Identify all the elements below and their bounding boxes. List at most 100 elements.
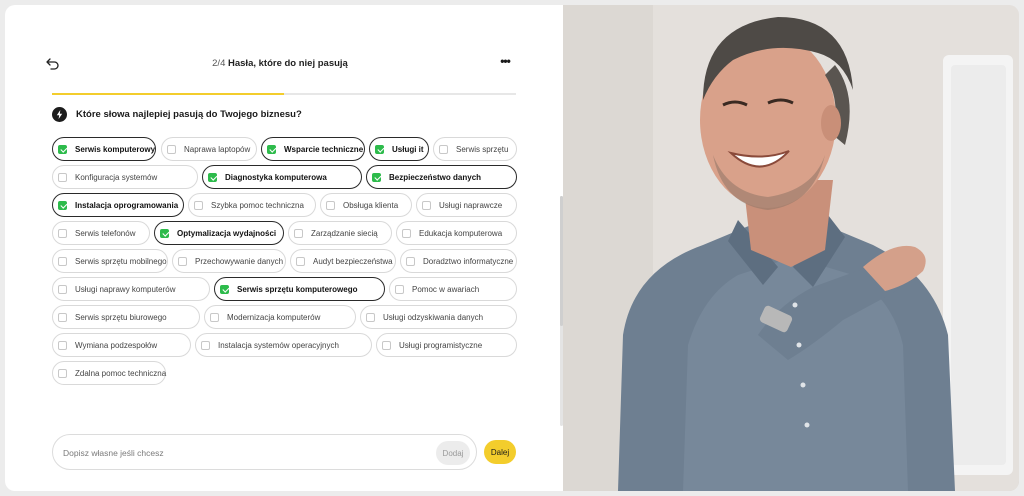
keyword-chip[interactable]: Bezpieczeństwo danych [366, 165, 517, 189]
checkbox-icon[interactable] [201, 340, 210, 350]
keyword-chip[interactable]: Wsparcie techniczne [261, 137, 365, 161]
keyword-chip-label: Usługi naprawy komputerów [75, 284, 176, 294]
checkbox-icon[interactable] [439, 144, 448, 154]
keyword-chip[interactable]: Serwis sprzętu komputerowego [214, 277, 385, 301]
next-button[interactable]: Dalej [484, 440, 516, 464]
keyword-chip-label: Usługi naprawcze [439, 200, 503, 210]
keyword-chip[interactable]: Zdalna pomoc techniczna [52, 361, 166, 385]
keyword-chip-label: Serwis sprzętu [456, 144, 509, 154]
add-button[interactable]: Dodaj [436, 441, 470, 465]
keyword-chip[interactable]: Serwis telefonów [52, 221, 150, 245]
keyword-chip-label: Przechowywanie danych [195, 256, 284, 266]
keyword-chip-label: Edukacja komputerowa [419, 228, 503, 238]
question-text: Które słowa najlepiej pasują do Twojego … [76, 108, 302, 120]
checkbox-icon[interactable] [296, 256, 305, 266]
keyword-chip[interactable]: Usługi it [369, 137, 429, 161]
keyword-chip-label: Usługi programistyczne [399, 340, 483, 350]
keyword-chip[interactable]: Serwis sprzętu biurowego [52, 305, 200, 329]
keyword-chip[interactable]: Edukacja komputerowa [396, 221, 517, 245]
keyword-chip[interactable]: Modernizacja komputerów [204, 305, 356, 329]
keyword-chip-label: Zdalna pomoc techniczna [75, 368, 167, 378]
wizard-header: 2/4 Hasła, które do niej pasują ••• [45, 52, 515, 82]
keyword-chip[interactable]: Doradztwo informatyczne [400, 249, 517, 273]
checked-checkbox-icon[interactable] [372, 172, 381, 182]
checkbox-icon[interactable] [58, 228, 67, 238]
keyword-chip[interactable]: Szybka pomoc techniczna [188, 193, 316, 217]
keyword-chip[interactable]: Serwis sprzętu [433, 137, 517, 161]
keyword-chip-label: Obsługa klienta [343, 200, 399, 210]
page-title: 2/4 Hasła, które do niej pasują [45, 58, 515, 69]
keyword-chip-label: Zarządzanie siecią [311, 228, 378, 238]
keyword-chip[interactable]: Diagnostyka komputerowa [202, 165, 362, 189]
checkbox-icon[interactable] [395, 284, 404, 294]
checked-checkbox-icon[interactable] [58, 200, 67, 210]
question: Które słowa najlepiej pasują do Twojego … [52, 106, 302, 122]
smiling-man-photo [563, 5, 1019, 491]
keyword-chip[interactable]: Optymalizacja wydajności [154, 221, 284, 245]
keyword-chip[interactable]: Zarządzanie siecią [288, 221, 392, 245]
checked-checkbox-icon[interactable] [160, 228, 169, 238]
progress-bar-fill [52, 93, 284, 95]
checked-checkbox-icon[interactable] [267, 144, 276, 154]
keyword-chip[interactable]: Instalacja oprogramowania [52, 193, 184, 217]
more-options-icon[interactable]: ••• [497, 55, 513, 70]
step-title: Hasła, które do niej pasują [228, 58, 348, 69]
keyword-chip-label: Szybka pomoc techniczna [211, 200, 304, 210]
checked-checkbox-icon[interactable] [375, 144, 384, 154]
keyword-chip[interactable]: Usługi naprawy komputerów [52, 277, 210, 301]
keyword-chip[interactable]: Serwis sprzętu mobilnego [52, 249, 168, 273]
keyword-chip[interactable]: Konfiguracja systemów [52, 165, 198, 189]
custom-keyword-input[interactable] [63, 444, 423, 462]
checked-checkbox-icon[interactable] [208, 172, 217, 182]
checked-checkbox-icon[interactable] [220, 284, 229, 294]
keyword-chip-label: Usługi odzyskiwania danych [383, 312, 484, 322]
keyword-chip[interactable]: Przechowywanie danych [172, 249, 286, 273]
keyword-chip[interactable]: Usługi naprawcze [416, 193, 517, 217]
checkbox-icon[interactable] [58, 340, 67, 350]
checkbox-icon[interactable] [326, 200, 335, 210]
lightning-bolt-icon [52, 106, 67, 122]
keyword-chip-label: Wymiana podzespołów [75, 340, 158, 350]
keyword-chip[interactable]: Instalacja systemów operacyjnych [195, 333, 372, 357]
keyword-chip-label: Optymalizacja wydajności [177, 228, 277, 238]
keyword-chip[interactable]: Serwis komputerowy [52, 137, 156, 161]
keyword-chip-label: Konfiguracja systemów [75, 172, 158, 182]
checkbox-icon[interactable] [58, 256, 67, 266]
keyword-chip[interactable]: Obsługa klienta [320, 193, 412, 217]
checkbox-icon[interactable] [58, 172, 67, 182]
hero-photo [563, 5, 1019, 491]
keyword-chip-label: Serwis sprzętu komputerowego [237, 284, 358, 294]
keyword-chip-label: Serwis sprzętu mobilnego [75, 256, 167, 266]
keyword-chip-label: Instalacja oprogramowania [75, 200, 179, 210]
checkbox-icon[interactable] [210, 312, 219, 322]
keyword-chip-label: Pomoc w awariach [412, 284, 480, 294]
checkbox-icon[interactable] [167, 144, 176, 154]
keyword-chip[interactable]: Naprawa laptopów [161, 137, 257, 161]
keyword-chip-label: Serwis telefonów [75, 228, 136, 238]
checkbox-icon[interactable] [58, 312, 67, 322]
keyword-chip[interactable]: Usługi programistyczne [376, 333, 517, 357]
checkbox-icon[interactable] [402, 228, 411, 238]
keyword-chip-label: Wsparcie techniczne [284, 144, 364, 154]
checkbox-icon[interactable] [382, 340, 391, 350]
keyword-chip[interactable]: Wymiana podzespołów [52, 333, 191, 357]
checkbox-icon[interactable] [422, 200, 431, 210]
keyword-chip-label: Bezpieczeństwo danych [389, 172, 482, 182]
checkbox-icon[interactable] [178, 256, 187, 266]
keyword-chip-label: Naprawa laptopów [184, 144, 251, 154]
checkbox-icon[interactable] [58, 284, 67, 294]
keyword-chip-label: Diagnostyka komputerowa [225, 172, 327, 182]
progress-bar [52, 93, 516, 95]
checkbox-icon[interactable] [58, 368, 67, 378]
keyword-chip[interactable]: Usługi odzyskiwania danych [360, 305, 517, 329]
checked-checkbox-icon[interactable] [58, 144, 67, 154]
step-indicator: 2/4 [212, 58, 226, 69]
checkbox-icon[interactable] [194, 200, 203, 210]
checkbox-icon[interactable] [294, 228, 303, 238]
keyword-chip[interactable]: Pomoc w awariach [389, 277, 517, 301]
checkbox-icon[interactable] [406, 256, 415, 266]
keyword-chip[interactable]: Audyt bezpieczeństwa [290, 249, 396, 273]
checkbox-icon[interactable] [366, 312, 375, 322]
keyword-chip-label: Serwis komputerowy [75, 144, 156, 154]
keyword-chip-label: Instalacja systemów operacyjnych [218, 340, 339, 350]
